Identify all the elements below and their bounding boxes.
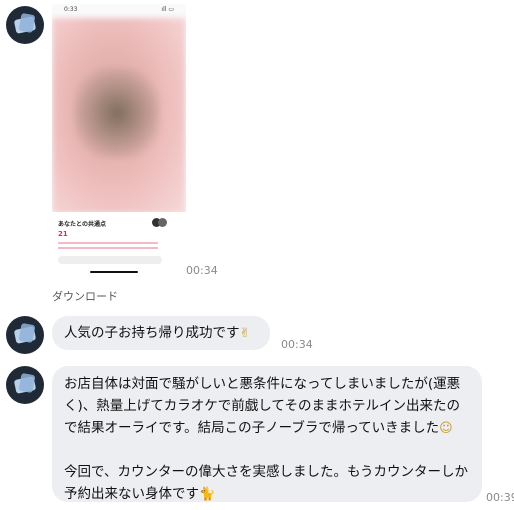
screenshot-status-bar: 0:33 ıll ▭ [52,4,186,16]
message-bubble[interactable]: 人気の子お持ち帰り成功です✌ [52,316,270,350]
sender-avatar[interactable] [6,366,44,404]
message-timestamp: 00:34 [186,264,218,277]
screenshot-card-title: あなたとの共通点 [58,221,106,228]
blurred-photo-subject [74,68,160,158]
screenshot-home-indicator [90,271,138,273]
cat-emoji: 🐈 [199,487,216,502]
screenshot-card-count: 21 [58,230,68,238]
message-paragraph: 今回で、カウンターの偉大さを実感しました。もうカウンターしか予約出来ない身体です… [64,461,470,506]
message-paragraph: お店自体は対面で騒がしいと悪条件になってしまいましたが(運悪く)、熱量上げてカラ… [64,373,470,440]
screenshot-status-time: 0:33 [64,6,78,13]
image-message[interactable]: 0:33 ıll ▭ あなたとの共通点 21 [52,4,186,272]
screenshot-profile-card: あなたとの共通点 21 [52,212,186,272]
message-text: 人気の子お持ち帰り成功です [64,325,240,341]
message-text: お店自体は対面で騒がしいと悪条件になってしまいましたが(運悪く)、熱量上げてカラ… [64,376,461,436]
sender-avatar[interactable] [6,6,44,44]
message-timestamp: 00:34 [281,338,313,351]
screenshot-card-text-lines [58,241,158,251]
screenshot-status-icons: ıll ▭ [161,6,174,13]
message-timestamp: 00:39 [486,491,514,504]
message-text: 今回で、カウンターの偉大さを実感しました。もうカウンターしか予約出来ない身体です [64,464,469,502]
sender-avatar[interactable] [6,316,44,354]
victory-hand-emoji: ✌ [239,326,251,341]
smiling-face-emoji: ☺ [439,421,453,436]
message-bubble[interactable]: お店自体は対面で騒がしいと悪条件になってしまいましたが(運悪く)、熱量上げてカラ… [52,366,482,502]
download-link[interactable]: ダウンロード [52,288,118,304]
blurred-photo [52,18,186,214]
screenshot-card-input [58,256,162,264]
screenshot-card-avatars [152,218,168,228]
chat-thread: 0:33 ıll ▭ あなたとの共通点 21 00:34 ダウンロード 人気の子… [0,0,514,510]
